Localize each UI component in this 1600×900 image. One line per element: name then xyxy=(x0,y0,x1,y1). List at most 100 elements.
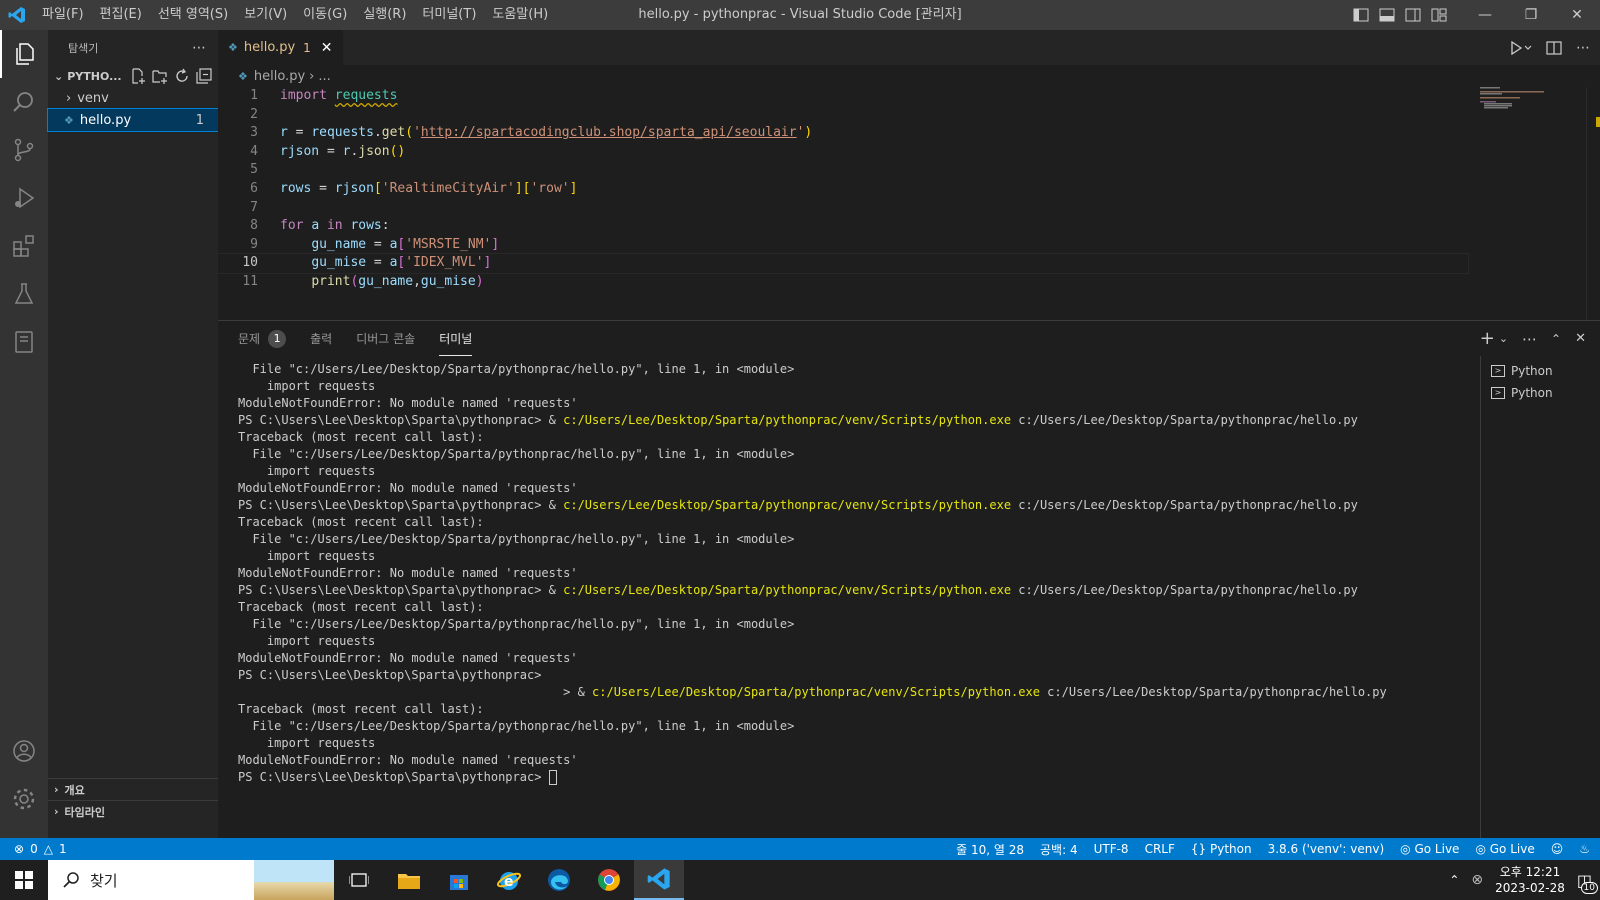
terminal-line: Traceback (most recent call last): xyxy=(238,600,484,614)
explorer-icon[interactable] xyxy=(0,30,48,78)
extensions-icon[interactable] xyxy=(0,222,48,270)
breadcrumb-rest[interactable]: ... xyxy=(318,69,330,84)
menu-go[interactable]: 이동(G) xyxy=(295,0,355,30)
new-folder-icon[interactable] xyxy=(152,68,168,84)
action-center-icon[interactable]: ◫ 10 xyxy=(1577,871,1598,894)
tab-problems[interactable]: 문제 1 xyxy=(238,321,287,356)
tab-output[interactable]: 출력 xyxy=(310,321,332,356)
tree-item-venv[interactable]: › venv xyxy=(48,87,218,109)
edge-browser-icon[interactable] xyxy=(534,860,584,900)
more-actions-icon[interactable]: ⋯ xyxy=(1522,330,1537,348)
close-window-button[interactable]: ✕ xyxy=(1554,0,1600,30)
account-icon[interactable] xyxy=(0,727,48,775)
terminal-line: ModuleNotFoundError: No module named 're… xyxy=(238,481,578,495)
cursor-position[interactable]: 줄 10, 열 28 xyxy=(956,841,1024,858)
minimize-button[interactable]: — xyxy=(1462,0,1508,30)
close-icon[interactable]: ✕ xyxy=(321,40,333,56)
source-control-icon[interactable] xyxy=(0,126,48,174)
python-interpreter[interactable]: 3.8.6 ('venv': venv) xyxy=(1268,842,1385,856)
workspace-folder[interactable]: ⌄ PYTHO... xyxy=(48,65,218,87)
tab-hello-py[interactable]: ❖ hello.py 1 ✕ xyxy=(218,30,343,65)
terminal-line: File "c:/Users/Lee/Desktop/Sparta/python… xyxy=(238,447,795,461)
menu-file[interactable]: 파일(F) xyxy=(34,0,92,30)
indentation[interactable]: 공백: 4 xyxy=(1040,841,1078,858)
menu-selection[interactable]: 선택 영역(S) xyxy=(150,0,236,30)
end-of-line[interactable]: CRLF xyxy=(1145,842,1175,856)
python-file-icon: ❖ xyxy=(228,41,238,54)
refresh-icon[interactable] xyxy=(174,68,190,84)
task-view-icon[interactable] xyxy=(334,860,384,900)
clock-time: 오후 12:21 xyxy=(1499,865,1561,879)
menu-help[interactable]: 도움말(H) xyxy=(484,0,556,30)
error-count: 0 xyxy=(30,842,38,856)
feedback-icon[interactable]: ☺ xyxy=(1551,842,1564,856)
tab-terminal[interactable]: 터미널 xyxy=(439,321,473,356)
terminal-icon: > xyxy=(1491,365,1505,377)
file-explorer-icon[interactable] xyxy=(384,860,434,900)
more-actions-icon[interactable]: ⋯ xyxy=(192,40,206,56)
run-python-icon[interactable] xyxy=(1510,40,1532,55)
chevron-down-icon[interactable]: ⌄ xyxy=(1499,332,1508,345)
timeline-section[interactable]: › 타임라인 xyxy=(48,800,218,822)
tab-debug-console[interactable]: 디버그 콘솔 xyxy=(356,321,415,356)
go-live-button-2[interactable]: ◎ Go Live xyxy=(1475,842,1534,856)
menu-edit[interactable]: 편집(E) xyxy=(92,0,150,30)
menu-view[interactable]: 보기(V) xyxy=(236,0,295,30)
settings-gear-icon[interactable] xyxy=(0,775,48,823)
notification-count: 10 xyxy=(1580,881,1598,894)
menu-terminal[interactable]: 터미널(T) xyxy=(414,0,484,30)
show-hidden-icons-chevron-icon[interactable]: ⌃ xyxy=(1449,873,1459,887)
breadcrumb: ❖ hello.py › ... xyxy=(218,65,1600,87)
new-file-icon[interactable] xyxy=(130,68,146,84)
code-line: 3r = requests.get('http://spartacodingcl… xyxy=(250,125,813,141)
terminal-command-line: > & c:/Users/Lee/Desktop/Sparta/pythonpr… xyxy=(238,685,1387,699)
terminal-line: File "c:/Users/Lee/Desktop/Sparta/python… xyxy=(238,617,795,631)
clock[interactable]: 오후 12:21 2023-02-28 xyxy=(1495,864,1565,896)
outline-section[interactable]: › 개요 xyxy=(48,778,218,800)
toggle-secondary-sidebar-icon[interactable] xyxy=(1400,0,1426,30)
taskbar-search[interactable]: 찾기 xyxy=(48,860,334,900)
close-panel-icon[interactable]: ✕ xyxy=(1575,331,1586,346)
toggle-panel-icon[interactable] xyxy=(1374,0,1400,30)
restore-button[interactable]: ❐ xyxy=(1508,0,1554,30)
windows-start-icon[interactable] xyxy=(0,860,48,900)
chrome-browser-icon[interactable] xyxy=(584,860,634,900)
run-debug-icon[interactable] xyxy=(0,174,48,222)
search-icon[interactable] xyxy=(0,78,48,126)
problems-status[interactable]: ⊗ 0 △ 1 xyxy=(0,842,67,856)
code-line: 1 import requests xyxy=(250,88,398,103)
code-line: 9 gu_name = a['MSRSTE_NM'] xyxy=(250,236,500,252)
vscode-taskbar-icon[interactable] xyxy=(634,860,684,900)
split-editor-icon[interactable] xyxy=(1546,40,1562,55)
network-disconnected-icon[interactable]: ⊗ xyxy=(1471,872,1483,888)
braces-icon: {} xyxy=(1190,842,1207,856)
new-terminal-plus-icon[interactable]: + xyxy=(1480,328,1495,349)
terminal-instance-python[interactable]: > Python xyxy=(1481,382,1600,404)
customize-layout-icon[interactable] xyxy=(1426,0,1452,30)
terminal-output[interactable]: File "c:/Users/Lee/Desktop/Sparta/python… xyxy=(238,361,1448,831)
more-actions-icon[interactable]: ⋯ xyxy=(1576,40,1590,56)
toggle-sidebar-icon[interactable] xyxy=(1348,0,1374,30)
terminal-instance-label: Python xyxy=(1511,364,1553,378)
go-live-button[interactable]: ◎ Go Live xyxy=(1400,842,1459,856)
terminal-line: ModuleNotFoundError: No module named 're… xyxy=(238,566,578,580)
notifications-bell-icon[interactable]: ♨ xyxy=(1579,842,1590,856)
menu-run[interactable]: 실행(R) xyxy=(355,0,414,30)
terminal-instance-list: > Python > Python xyxy=(1480,356,1600,839)
code-line: 4 rjson = r.json() xyxy=(250,143,406,159)
encoding[interactable]: UTF-8 xyxy=(1094,842,1129,856)
folder-name: PYTHO... xyxy=(67,69,122,83)
remote-explorer-icon[interactable] xyxy=(0,318,48,366)
terminal-line: File "c:/Users/Lee/Desktop/Sparta/python… xyxy=(238,719,795,733)
tree-item-hello-py[interactable]: ❖ hello.py 1 xyxy=(47,108,219,132)
collapse-all-icon[interactable] xyxy=(196,68,212,84)
testing-flask-icon[interactable] xyxy=(0,270,48,318)
microsoft-store-icon[interactable] xyxy=(434,860,484,900)
code-editor[interactable]: 1 import requests 2 3r = requests.get('ht… xyxy=(217,87,1469,292)
maximize-panel-icon[interactable]: ⌃ xyxy=(1551,332,1561,346)
language-mode[interactable]: {} Python xyxy=(1191,842,1252,856)
minimap[interactable] xyxy=(1476,85,1586,115)
terminal-instance-python[interactable]: > Python xyxy=(1481,360,1600,382)
breadcrumb-file[interactable]: hello.py xyxy=(254,69,305,84)
internet-explorer-icon[interactable]: e xyxy=(484,860,534,900)
